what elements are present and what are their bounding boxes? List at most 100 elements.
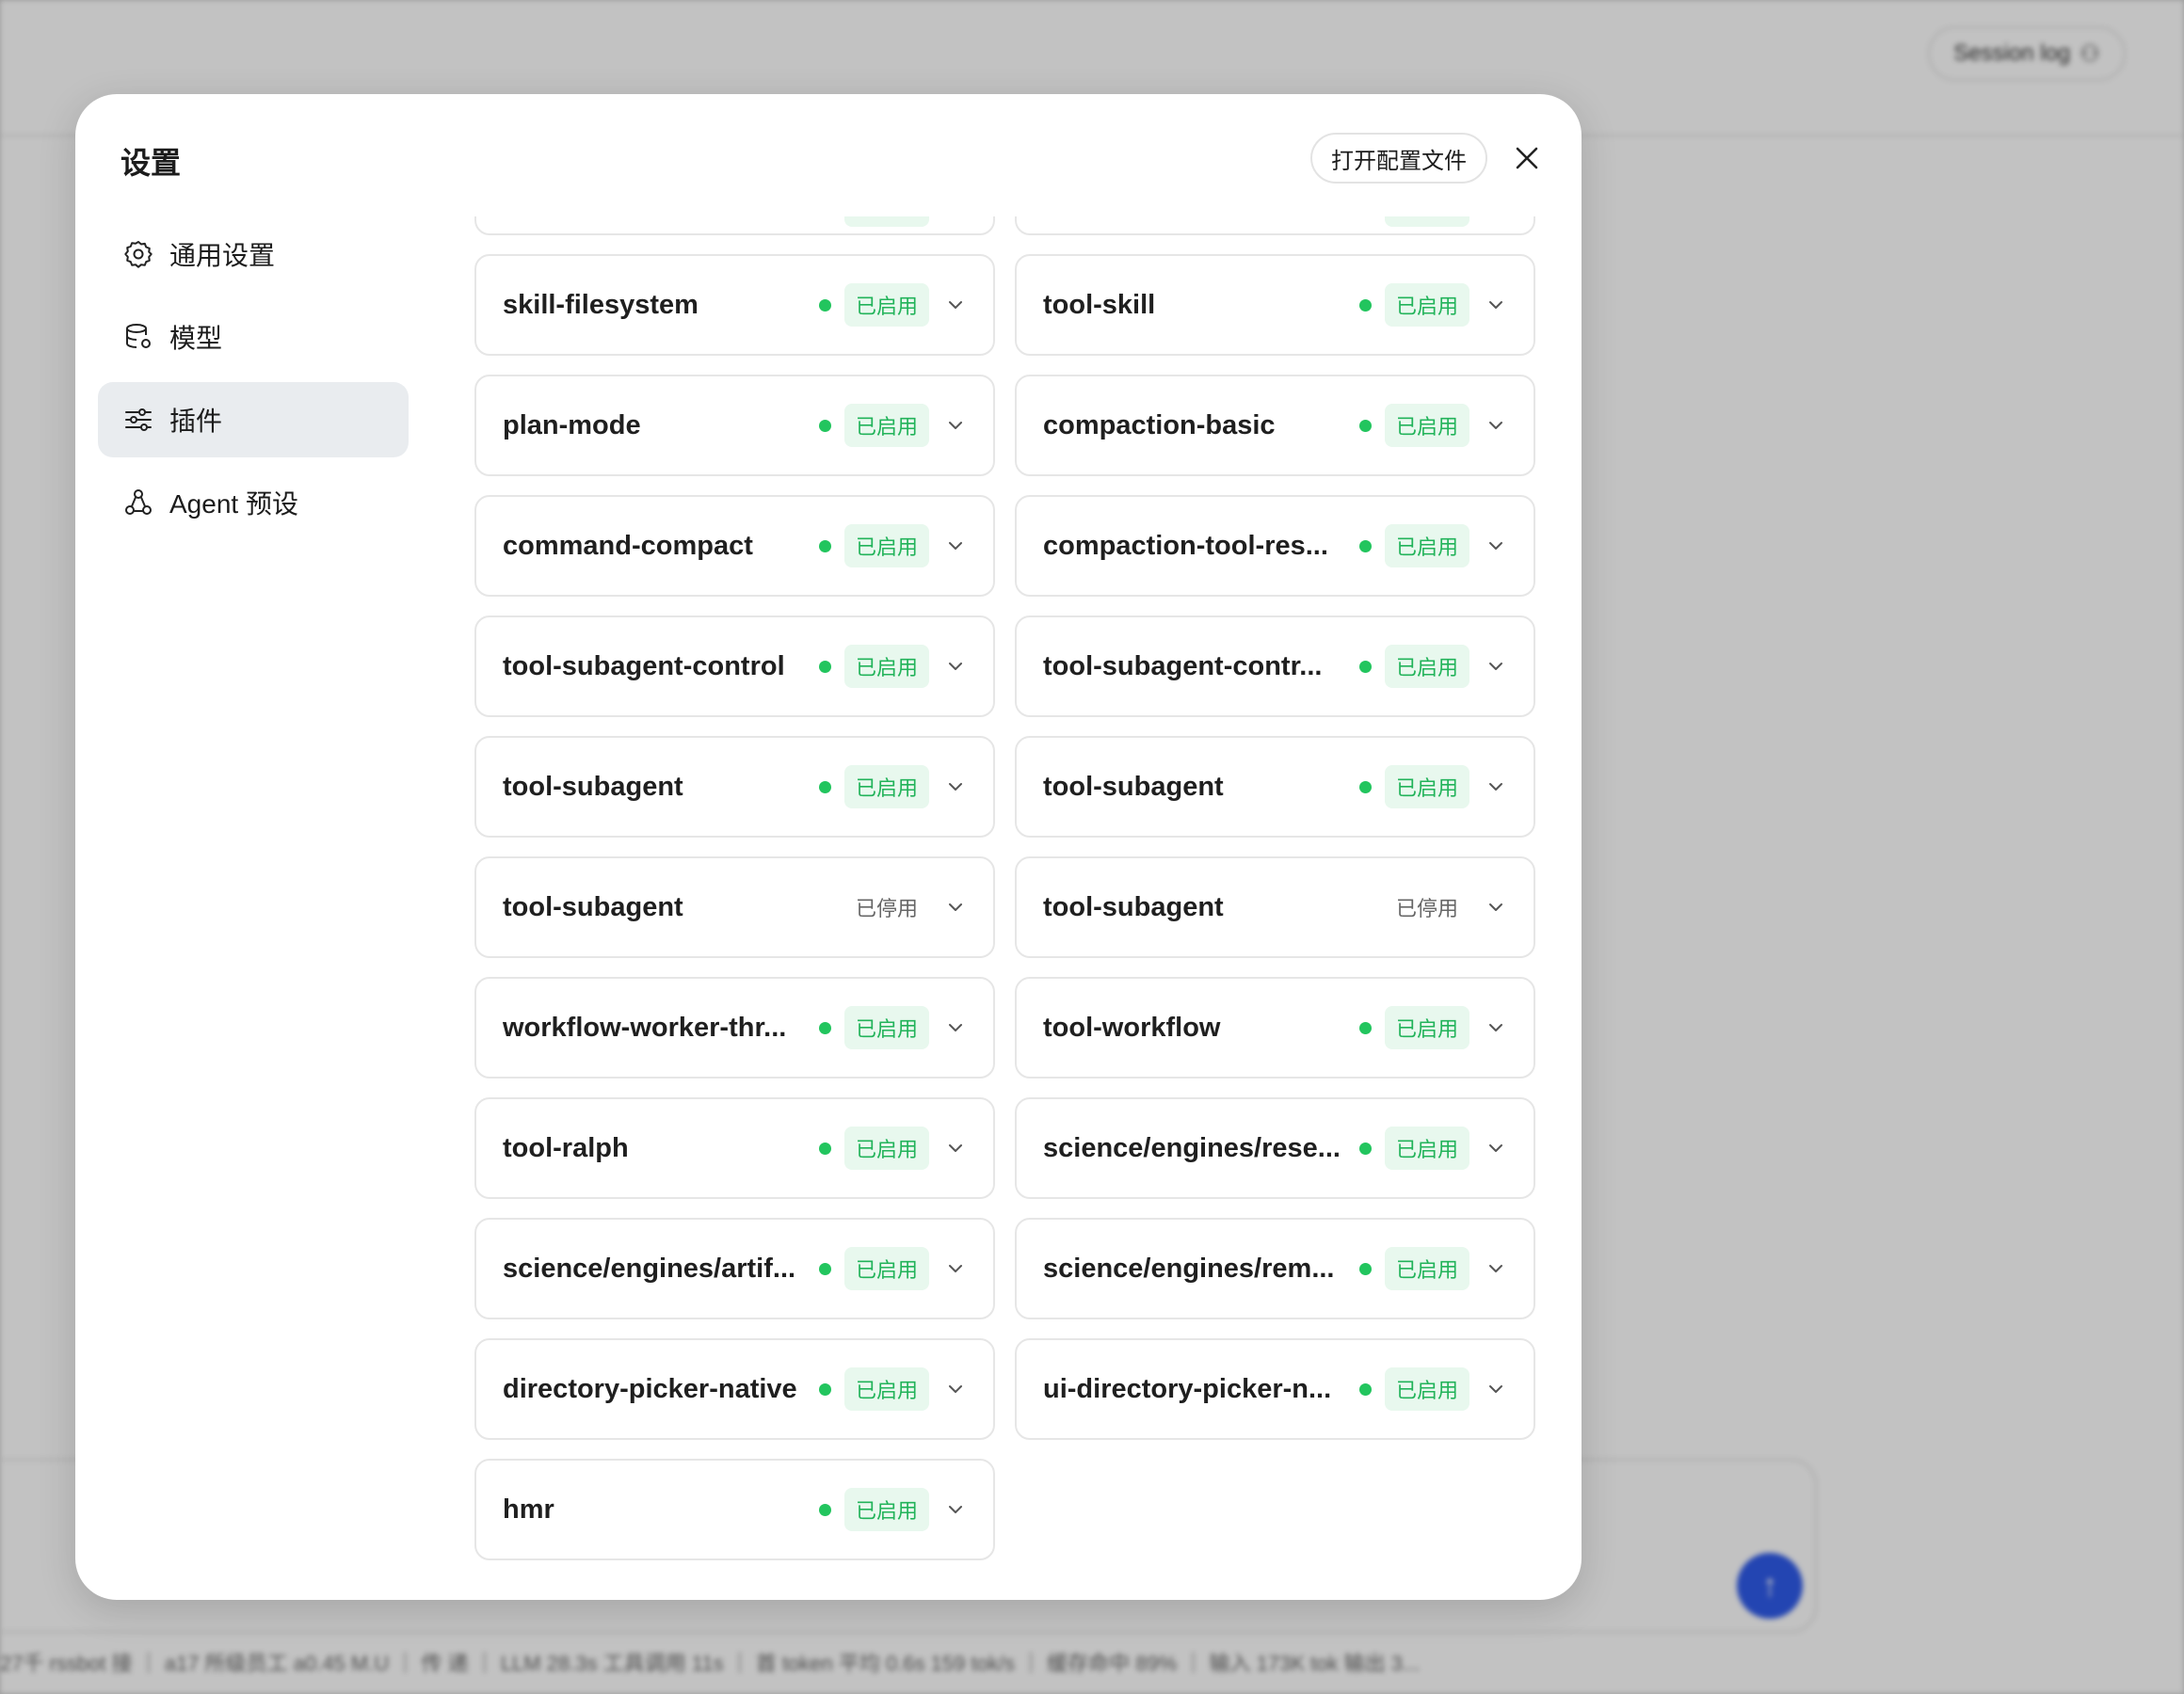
status-badge: 已启用 bbox=[1384, 1006, 1469, 1049]
status-dot bbox=[1358, 298, 1372, 312]
status-badge: 已启用 bbox=[1384, 524, 1469, 567]
modal-title: 设置 bbox=[120, 146, 182, 180]
plugin-name: tool-subagent bbox=[503, 891, 683, 922]
plugin-name: tool-subagent-contr... bbox=[1043, 650, 1323, 681]
plugin-card[interactable]: hmr 已启用 bbox=[474, 1459, 995, 1560]
chevron-down-icon[interactable] bbox=[942, 533, 969, 559]
status-dot bbox=[818, 1142, 831, 1155]
plugin-card[interactable]: plan-mode 已启用 bbox=[474, 375, 995, 476]
plugin-card[interactable]: science/engines/rese... 已启用 bbox=[1015, 1097, 1535, 1199]
plugin-name: science/engines/rem... bbox=[1043, 1253, 1335, 1284]
plugin-name: compaction-tool-res... bbox=[1043, 530, 1328, 561]
chevron-down-icon[interactable] bbox=[1483, 1015, 1509, 1041]
plugin-name: science/engines/rese... bbox=[1043, 1132, 1341, 1163]
sidebar-item-label: 通用设置 bbox=[169, 241, 276, 270]
status-badge: 已启用 bbox=[1384, 1127, 1469, 1170]
chevron-down-icon[interactable] bbox=[942, 1015, 969, 1041]
chevron-down-icon[interactable] bbox=[942, 1496, 969, 1523]
plugin-card[interactable]: tool-subagent 已停用 bbox=[1015, 856, 1535, 958]
gear-icon bbox=[122, 238, 154, 270]
chevron-down-icon[interactable] bbox=[1483, 1135, 1509, 1161]
sliders-icon bbox=[122, 404, 154, 436]
plugin-card[interactable]: tool-subagent 已启用 bbox=[474, 736, 995, 838]
chevron-down-icon[interactable] bbox=[1483, 1376, 1509, 1402]
chevron-down-icon[interactable] bbox=[942, 1135, 969, 1161]
plugin-card[interactable]: command-compact 已启用 bbox=[474, 495, 995, 597]
plugin-card[interactable]: tool-subagent-control 已启用 bbox=[474, 615, 995, 717]
plugin-name: science/engines/artif... bbox=[503, 1253, 796, 1284]
status-badge: 已启用 bbox=[1384, 283, 1469, 327]
status-badge: 已启用 bbox=[1384, 1247, 1469, 1290]
chevron-down-icon[interactable] bbox=[1483, 653, 1509, 679]
sidebar-item-models[interactable]: 模型 bbox=[98, 299, 409, 375]
close-icon bbox=[1516, 147, 1538, 169]
plugin-card[interactable]: science/engines/rem... 已启用 bbox=[1015, 1218, 1535, 1319]
chevron-down-icon[interactable] bbox=[1483, 1255, 1509, 1282]
sidebar-item-agent-presets[interactable]: Agent 预设 bbox=[98, 465, 409, 540]
chevron-down-icon[interactable] bbox=[942, 1376, 969, 1402]
chevron-down-icon[interactable] bbox=[1483, 216, 1509, 218]
plugin-card[interactable]: tool-ralph 已启用 bbox=[474, 1097, 995, 1199]
chevron-down-icon[interactable] bbox=[942, 1255, 969, 1282]
chevron-down-icon[interactable] bbox=[942, 216, 969, 218]
plugin-card[interactable]: ui-directory-picker-n... 已启用 bbox=[1015, 1338, 1535, 1440]
status-dot bbox=[818, 1262, 831, 1275]
plugin-card[interactable]: 已启用 bbox=[474, 216, 995, 235]
chevron-down-icon[interactable] bbox=[1483, 774, 1509, 800]
sidebar-item-plugins[interactable]: 插件 bbox=[98, 382, 409, 457]
plugin-card[interactable]: workflow-worker-thr... 已启用 bbox=[474, 977, 995, 1079]
status-dot bbox=[1358, 419, 1372, 432]
chevron-down-icon[interactable] bbox=[942, 412, 969, 439]
status-dot bbox=[818, 419, 831, 432]
plugin-name: tool-subagent bbox=[1043, 771, 1224, 802]
plugin-name: compaction-basic bbox=[1043, 409, 1276, 440]
chevron-down-icon[interactable] bbox=[942, 292, 969, 318]
chevron-down-icon[interactable] bbox=[1483, 894, 1509, 920]
plugin-name: tool-ralph bbox=[503, 1132, 629, 1163]
status-dot bbox=[1358, 1021, 1372, 1034]
plugin-name: tool-subagent-control bbox=[503, 650, 785, 681]
status-badge: 已启用 bbox=[843, 1488, 929, 1531]
plugin-card[interactable]: compaction-tool-res... 已启用 bbox=[1015, 495, 1535, 597]
sidebar-item-general[interactable]: 通用设置 bbox=[98, 216, 409, 292]
plugin-card[interactable]: skill-filesystem 已启用 bbox=[474, 254, 995, 356]
plugin-card[interactable]: directory-picker-native 已启用 bbox=[474, 1338, 995, 1440]
close-button[interactable] bbox=[1506, 137, 1548, 179]
plugin-card[interactable]: tool-workflow 已启用 bbox=[1015, 977, 1535, 1079]
status-badge: 已启用 bbox=[1384, 1367, 1469, 1411]
status-badge: 已停用 bbox=[855, 897, 918, 920]
settings-modal: 设置 打开配置文件 通用设置 模型 插件 Agent 预设 skill-file… bbox=[75, 94, 1582, 1600]
status-badge: 已启用 bbox=[843, 645, 929, 688]
status-badge: 已启用 bbox=[1384, 404, 1469, 447]
plugin-name: skill-filesystem bbox=[503, 289, 699, 320]
plugin-grid: 已启用已启用skill-filesystem已启用tool-skill已启用pl… bbox=[474, 216, 1535, 1560]
plugin-card[interactable]: compaction-basic 已启用 bbox=[1015, 375, 1535, 476]
chevron-down-icon[interactable] bbox=[1483, 412, 1509, 439]
chevron-down-icon[interactable] bbox=[942, 894, 969, 920]
plugin-card[interactable]: tool-skill 已启用 bbox=[1015, 254, 1535, 356]
status-badge: 已启用 bbox=[843, 1247, 929, 1290]
chevron-down-icon[interactable] bbox=[942, 653, 969, 679]
chevron-down-icon[interactable] bbox=[1483, 533, 1509, 559]
status-badge: 已启用 bbox=[843, 765, 929, 808]
plugin-name: tool-subagent bbox=[1043, 891, 1224, 922]
plugin-name: directory-picker-native bbox=[503, 1373, 797, 1404]
chevron-down-icon[interactable] bbox=[1483, 292, 1509, 318]
plugin-card[interactable]: 已启用 bbox=[1015, 216, 1535, 235]
plugins-panel[interactable]: 已启用已启用skill-filesystem已启用tool-skill已启用pl… bbox=[474, 216, 1553, 1600]
status-dot bbox=[1358, 660, 1372, 673]
chevron-down-icon[interactable] bbox=[942, 774, 969, 800]
plugin-card[interactable]: science/engines/artif... 已启用 bbox=[474, 1218, 995, 1319]
plugin-name: ui-directory-picker-n... bbox=[1043, 1373, 1332, 1404]
status-badge: 已启用 bbox=[1384, 765, 1469, 808]
open-config-button[interactable]: 打开配置文件 bbox=[1310, 133, 1487, 184]
status-dot bbox=[1358, 780, 1372, 793]
status-badge: 已启用 bbox=[843, 1127, 929, 1170]
plugin-card[interactable]: tool-subagent 已停用 bbox=[474, 856, 995, 958]
status-badge: 已启用 bbox=[1384, 216, 1469, 227]
status-badge: 已启用 bbox=[843, 1006, 929, 1049]
status-dot bbox=[818, 298, 831, 312]
plugin-name: plan-mode bbox=[503, 409, 641, 440]
plugin-card[interactable]: tool-subagent 已启用 bbox=[1015, 736, 1535, 838]
plugin-card[interactable]: tool-subagent-contr... 已启用 bbox=[1015, 615, 1535, 717]
